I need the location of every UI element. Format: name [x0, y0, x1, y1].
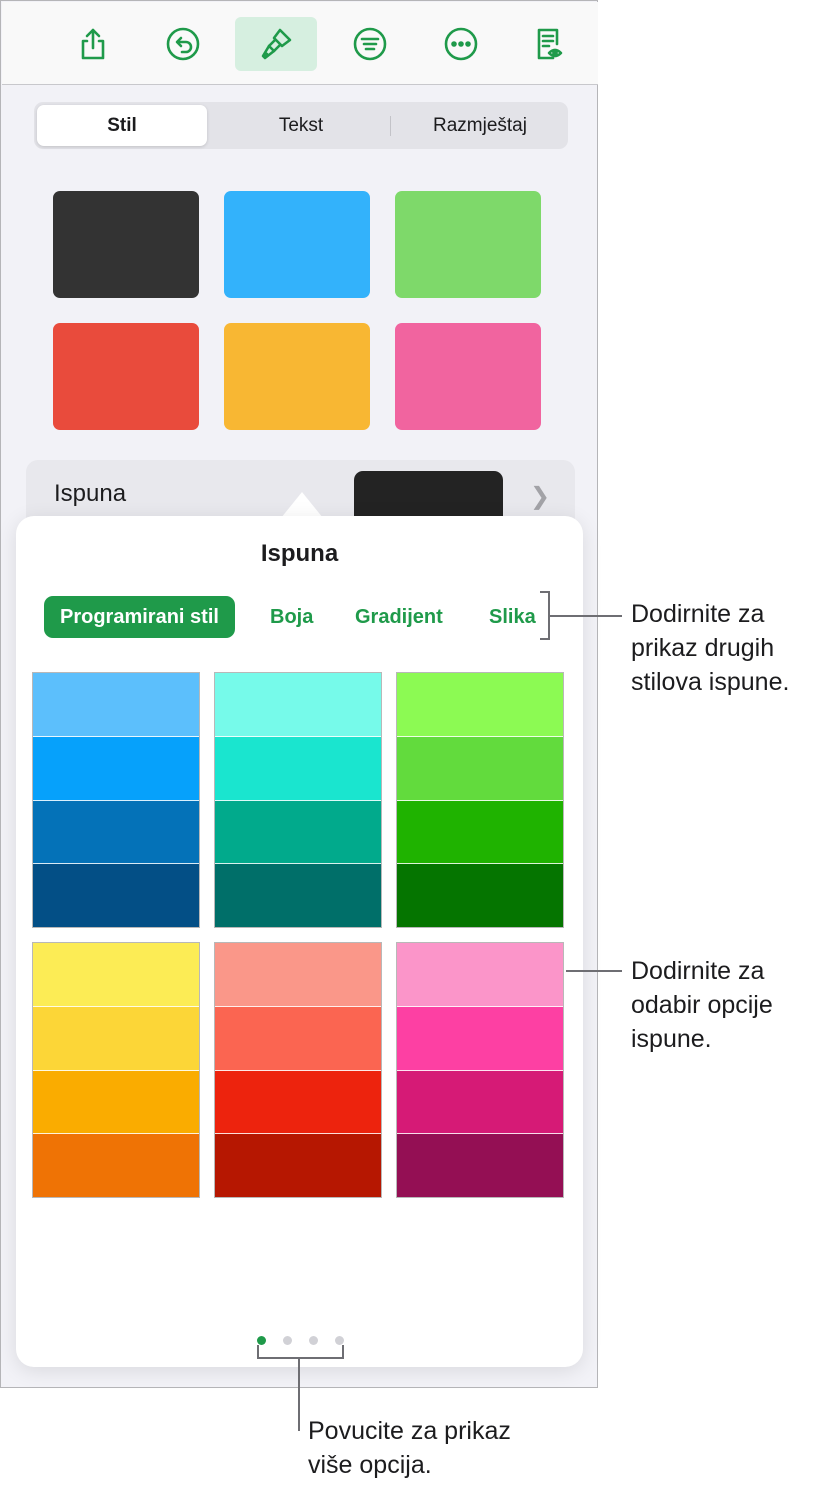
fill-option[interactable] [397, 1070, 563, 1135]
fill-option[interactable] [397, 943, 563, 1007]
fill-option[interactable] [215, 943, 381, 1007]
fill-option[interactable] [215, 1070, 381, 1135]
text-options-button[interactable] [329, 17, 411, 71]
fill-option[interactable] [33, 943, 199, 1007]
page-dot[interactable] [309, 1336, 318, 1345]
callout-line-tabs [550, 615, 622, 617]
fill-palette [214, 672, 382, 928]
fill-option[interactable] [215, 673, 381, 737]
more-icon [444, 27, 478, 61]
fill-option[interactable] [33, 1070, 199, 1135]
fill-tab-color[interactable]: Boja [270, 596, 313, 638]
style-swatch[interactable] [224, 191, 370, 298]
text-format-icon [353, 27, 387, 61]
callout-bracket-right [342, 1345, 344, 1359]
share-icon [81, 28, 105, 60]
style-swatch[interactable] [224, 323, 370, 430]
style-swatch[interactable] [395, 323, 541, 430]
fill-palette [214, 942, 382, 1198]
fill-tab-gradient[interactable]: Gradijent [355, 596, 443, 638]
callout-swipe-hint: Povucite za prikaz više opcija. [308, 1417, 511, 1479]
fill-option[interactable] [33, 1006, 199, 1071]
tab-arrange[interactable]: Razmještaj [391, 105, 569, 146]
chevron-right-icon: ❯ [530, 483, 551, 510]
callout-tabs-hint: Dodirnite za prikaz drugih stilova ispun… [631, 600, 790, 696]
undo-button[interactable] [142, 17, 224, 71]
undo-icon [166, 27, 200, 61]
callout-bracket-bottom-2 [257, 1357, 344, 1359]
fill-popover: Ispuna Programirani stil Boja Gradijent … [16, 516, 583, 1367]
page-dot[interactable] [283, 1336, 292, 1345]
fill-option[interactable] [397, 673, 563, 737]
fill-palette [32, 672, 200, 928]
callout-line-palette [566, 970, 622, 972]
page-indicator[interactable] [257, 1336, 344, 1348]
popover-arrow [281, 492, 323, 518]
format-button[interactable] [235, 17, 317, 71]
style-swatch[interactable] [53, 323, 199, 430]
toolbar [2, 2, 598, 85]
tab-style[interactable]: Stil [37, 105, 207, 146]
page-dot[interactable] [335, 1336, 344, 1345]
fill-option[interactable] [215, 1006, 381, 1071]
fill-option[interactable] [33, 1134, 199, 1197]
fill-option[interactable] [33, 800, 199, 865]
share-button[interactable] [52, 17, 134, 71]
reader-view-button[interactable] [508, 17, 590, 71]
fill-option[interactable] [33, 864, 199, 927]
fill-palette [396, 672, 564, 928]
callout-line-swipe [298, 1358, 300, 1431]
fill-palette [32, 942, 200, 1198]
fill-option[interactable] [397, 736, 563, 801]
style-swatch[interactable] [53, 191, 199, 298]
fill-option[interactable] [215, 864, 381, 927]
fill-option[interactable] [397, 1006, 563, 1071]
style-swatch[interactable] [395, 191, 541, 298]
fill-option[interactable] [215, 1134, 381, 1197]
paintbrush-icon [261, 28, 292, 60]
fill-tab-preset[interactable]: Programirani stil [44, 596, 235, 638]
popover-title: Ispuna [260, 540, 339, 567]
fill-label: Ispuna [54, 480, 127, 507]
callout-bracket-bottom [540, 638, 549, 640]
fill-option[interactable] [33, 736, 199, 801]
fill-option[interactable] [397, 1134, 563, 1197]
fill-tab-image[interactable]: Slika [489, 596, 536, 638]
callout-palette-hint: Dodirnite za odabir opcije ispune. [631, 957, 773, 1053]
fill-option[interactable] [215, 736, 381, 801]
fill-option[interactable] [397, 864, 563, 927]
document-view-icon [537, 28, 563, 60]
format-tabs: Stil Tekst Razmještaj [34, 102, 568, 149]
more-button[interactable] [420, 17, 502, 71]
tab-text[interactable]: Tekst [212, 105, 390, 146]
fill-palette [396, 942, 564, 1198]
page-dot[interactable] [257, 1336, 266, 1345]
fill-option[interactable] [215, 800, 381, 865]
fill-option[interactable] [33, 673, 199, 737]
fill-option[interactable] [397, 800, 563, 865]
